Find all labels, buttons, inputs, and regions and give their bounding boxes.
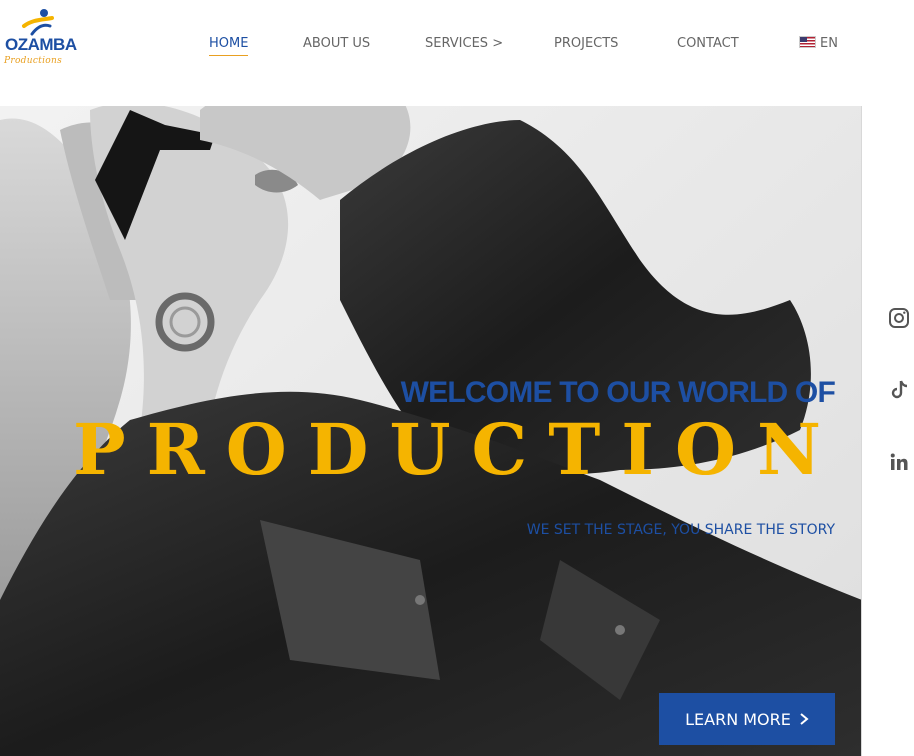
tiktok-icon[interactable]	[887, 378, 911, 402]
hero-tagline: WE SET THE STAGE, YOU SHARE THE STORY	[526, 522, 835, 538]
learn-more-label: LEARN MORE	[685, 709, 791, 729]
us-flag-icon	[799, 36, 816, 48]
nav-contact[interactable]: CONTACT	[677, 36, 739, 51]
brand-name: OZAMBA	[5, 35, 77, 54]
logo-figure-icon	[22, 9, 54, 36]
nav-services[interactable]: SERVICES >	[425, 36, 503, 51]
nav-about-us[interactable]: ABOUT US	[303, 36, 370, 51]
brand-subtitle: Productions	[4, 56, 63, 66]
chevron-right-icon	[800, 713, 809, 725]
linkedin-icon[interactable]	[887, 450, 911, 474]
language-label: EN	[820, 36, 838, 51]
instagram-icon[interactable]	[887, 306, 911, 330]
site-header: OZAMBA Productions HOME ABOUT US SERVICE…	[0, 0, 914, 106]
language-switcher[interactable]: EN	[799, 36, 838, 51]
nav-projects[interactable]: PROJECTS	[554, 36, 618, 51]
hero-big-word: PRODUCTION	[72, 408, 842, 491]
nav-home[interactable]: HOME	[209, 36, 249, 56]
hero-headline: WELCOME TO OUR WORLD OF	[400, 376, 836, 409]
learn-more-button[interactable]: LEARN MORE	[659, 693, 835, 745]
social-sidebar	[861, 106, 914, 756]
brand-logo[interactable]: OZAMBA Productions	[2, 8, 77, 78]
sidebar-header-cover	[861, 0, 914, 106]
